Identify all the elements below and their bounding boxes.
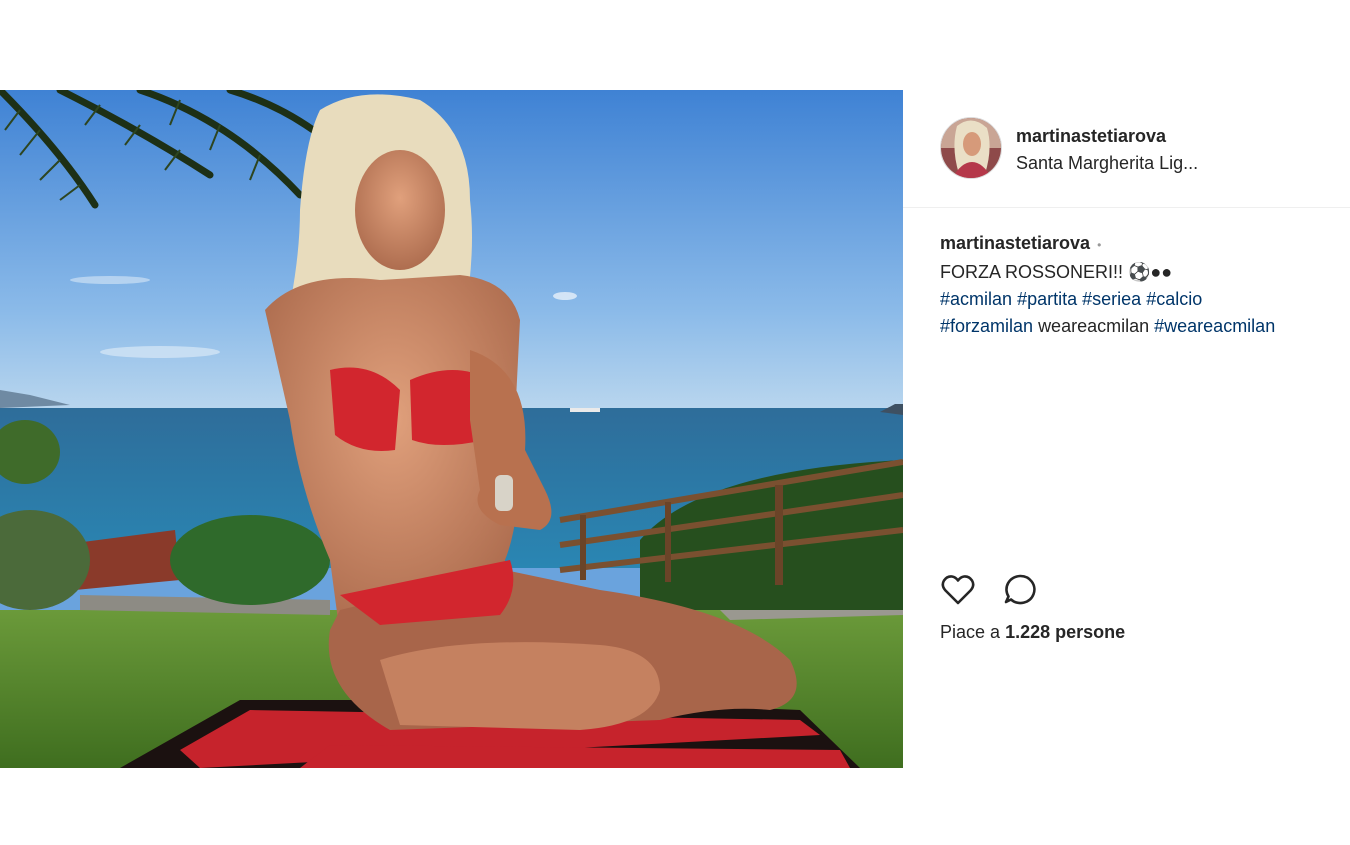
instagram-post: martinastetiarova Santa Margherita Lig..…	[0, 0, 1350, 845]
hashtag-link[interactable]: #acmilan	[940, 289, 1012, 309]
post-actions	[940, 572, 1038, 608]
likes-suffix: persone	[1055, 622, 1126, 642]
post-photo[interactable]	[0, 90, 903, 768]
heart-icon[interactable]	[940, 572, 976, 608]
avatar[interactable]	[940, 117, 1002, 179]
post-location[interactable]: Santa Margherita Lig...	[1016, 153, 1198, 174]
post-details-panel: martinastetiarova Santa Margherita Lig..…	[903, 90, 1350, 768]
post-header: martinastetiarova Santa Margherita Lig..…	[903, 90, 1350, 208]
caption-username[interactable]: martinastetiarova	[940, 233, 1090, 253]
caption-hashtags: #acmilan #partita #seriea #calcio #forza…	[940, 286, 1340, 340]
likes-summary[interactable]: Piace a 1.228 persone	[940, 622, 1125, 643]
post-username[interactable]: martinastetiarova	[1016, 126, 1166, 147]
caption-plain-word: weareacmilan	[1038, 316, 1150, 336]
likes-count: 1.228	[1005, 622, 1051, 642]
hashtag-link[interactable]: #weareacmilan	[1154, 316, 1275, 336]
hashtag-link[interactable]: #calcio	[1146, 289, 1202, 309]
comment-icon[interactable]	[1002, 572, 1038, 608]
hashtag-link[interactable]: #seriea	[1082, 289, 1141, 309]
hashtag-link[interactable]: #partita	[1017, 289, 1077, 309]
caption-text: FORZA ROSSONERI!! ⚽●●	[940, 262, 1173, 282]
caption-separator-dot: •	[1097, 238, 1102, 252]
likes-prefix: Piace a	[940, 622, 1001, 642]
post-photo-illustration	[0, 90, 903, 768]
hashtag-link[interactable]: #forzamilan	[940, 316, 1033, 336]
post-caption: martinastetiarova • FORZA ROSSONERI!! ⚽●…	[940, 230, 1340, 340]
